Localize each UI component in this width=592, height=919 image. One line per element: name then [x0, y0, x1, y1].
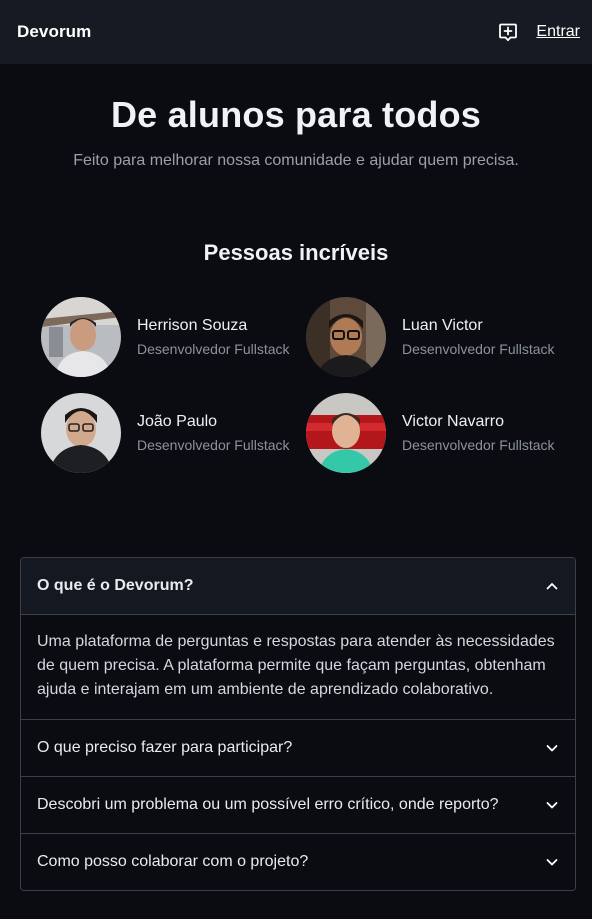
member-role: Desenvolvedor Fullstack: [137, 341, 290, 357]
chevron-down-icon: [545, 798, 559, 812]
hero-subtitle: Feito para melhorar nossa comunidade e a…: [73, 152, 519, 169]
faq-item: O que preciso fazer para participar?: [21, 719, 575, 776]
member-name: Luan Victor: [402, 317, 483, 334]
login-link[interactable]: Entrar: [536, 23, 580, 41]
faq-question: O que preciso fazer para participar?: [37, 739, 293, 756]
member-name: João Paulo: [137, 413, 218, 430]
member-name: Victor Navarro: [402, 413, 504, 430]
faq-toggle[interactable]: O que preciso fazer para participar?: [21, 720, 575, 776]
team-member-joao: João Paulo Desenvolvedor Fullstack: [41, 393, 290, 473]
faq-accordion: O que é o Devorum? Uma plataforma de per…: [20, 557, 576, 891]
member-role: Desenvolvedor Fullstack: [402, 341, 555, 357]
add-comment-icon[interactable]: [498, 22, 518, 42]
brand-logo[interactable]: Devorum: [17, 22, 91, 42]
member-name: Herrison Souza: [137, 317, 248, 334]
top-navbar: Devorum Entrar: [0, 0, 592, 64]
member-role: Desenvolvedor Fullstack: [137, 437, 290, 453]
faq-answer: Uma plataforma de perguntas e respostas …: [37, 633, 555, 698]
avatar: [306, 297, 386, 377]
top-actions: Entrar: [498, 22, 580, 42]
team-member-luan: Luan Victor Desenvolvedor Fullstack: [306, 297, 555, 377]
faq-question: Descobri um problema ou um possível erro…: [37, 796, 499, 813]
avatar: [41, 297, 121, 377]
team-member-herrison: Herrison Souza Desenvolvedor Fullstack: [41, 297, 290, 377]
member-info: João Paulo Desenvolvedor Fullstack: [137, 413, 290, 453]
faq-item: Descobri um problema ou um possível erro…: [21, 776, 575, 833]
faq-toggle[interactable]: Descobri um problema ou um possível erro…: [21, 777, 575, 833]
member-info: Luan Victor Desenvolvedor Fullstack: [402, 317, 555, 357]
hero-title: De alunos para todos: [110, 94, 482, 135]
team-member-victor: Victor Navarro Desenvolvedor Fullstack: [306, 393, 555, 473]
chevron-down-icon: [545, 855, 559, 869]
avatar: [306, 393, 386, 473]
chevron-down-icon: [545, 741, 559, 755]
member-role: Desenvolvedor Fullstack: [402, 437, 555, 453]
team-title: Pessoas incríveis: [203, 240, 389, 265]
faq-toggle[interactable]: Como posso colaborar com o projeto?: [21, 834, 575, 890]
member-info: Herrison Souza Desenvolvedor Fullstack: [137, 317, 290, 357]
member-info: Victor Navarro Desenvolvedor Fullstack: [402, 413, 555, 453]
faq-question: Como posso colaborar com o projeto?: [37, 853, 309, 870]
faq-question: O que é o Devorum?: [37, 577, 194, 594]
hero: De alunos para todos Feito para melhorar…: [0, 94, 592, 170]
avatar: [41, 393, 121, 473]
chevron-up-icon: [545, 579, 559, 593]
faq-item: O que é o Devorum? Uma plataforma de per…: [21, 558, 575, 719]
faq-toggle[interactable]: O que é o Devorum?: [21, 558, 575, 615]
faq-item: Como posso colaborar com o projeto?: [21, 833, 575, 890]
